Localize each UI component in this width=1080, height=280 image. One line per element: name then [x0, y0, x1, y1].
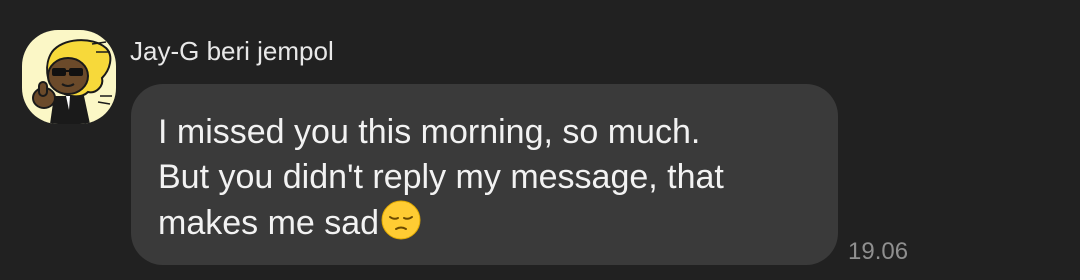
message-text: I missed you this morning, so much. But …: [158, 110, 810, 246]
sender-name: Jay-G beri jempol: [130, 36, 334, 66]
character-thumbs-up-icon: [32, 39, 112, 124]
sender-avatar[interactable]: [22, 30, 116, 124]
chat-area: Jay-G beri jempol I missed you this morn…: [0, 0, 1080, 280]
message-body: I missed you this morning, so much. But …: [158, 113, 724, 242]
pensive-face-icon: [381, 200, 421, 240]
message-bubble[interactable]: I missed you this morning, so much. But …: [131, 84, 838, 265]
message-timestamp: 19.06: [848, 238, 909, 265]
